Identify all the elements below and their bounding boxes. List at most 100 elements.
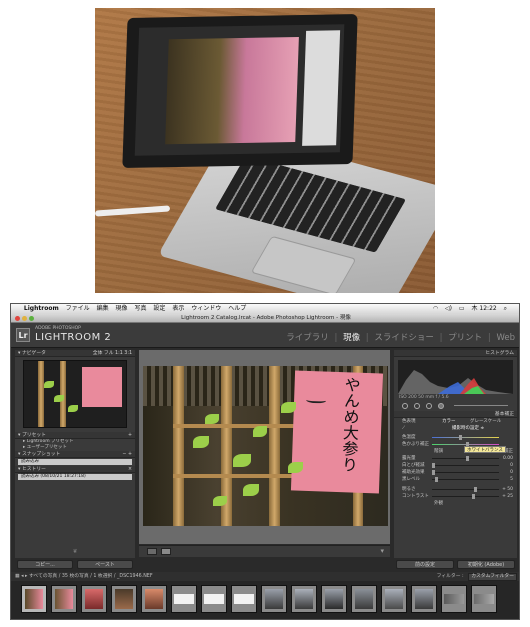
zoom-button-icon[interactable] xyxy=(29,316,34,321)
film-thumb[interactable] xyxy=(291,585,317,613)
grid-view-icon[interactable]: ▦ xyxy=(15,574,20,579)
histogram-header[interactable]: ヒストグラム xyxy=(394,350,517,357)
graduated-filter-icon[interactable] xyxy=(438,403,444,409)
before-after-button[interactable] xyxy=(161,548,171,555)
main-photo[interactable]: やんめ大参り xyxy=(143,366,388,526)
navigator-preview[interactable] xyxy=(23,360,127,428)
module-slideshow[interactable]: スライドショー xyxy=(374,333,434,343)
film-thumb[interactable] xyxy=(351,585,377,613)
film-thumb[interactable] xyxy=(81,585,107,613)
module-web[interactable]: Web xyxy=(496,333,515,343)
film-thumb[interactable] xyxy=(321,585,347,613)
previous-settings-button[interactable]: 前の設定 xyxy=(396,560,454,569)
toolbar-menu-icon[interactable]: ▾ xyxy=(380,547,384,555)
loupe-view-button[interactable] xyxy=(147,548,157,555)
menu-edit[interactable]: 編集 xyxy=(97,304,109,314)
navigator-header[interactable]: ▾ ナビゲータ 全体 フル 1:1 3:1 xyxy=(15,350,135,357)
slider-handle[interactable] xyxy=(435,477,439,482)
menu-app-name[interactable]: Lightroom xyxy=(24,304,59,314)
contrast-value[interactable]: + 25 xyxy=(502,493,513,500)
add-snapshot-icon[interactable]: − + xyxy=(122,451,132,458)
leaf xyxy=(281,402,296,413)
module-separator: | xyxy=(334,333,338,343)
crop-tool-icon[interactable] xyxy=(402,403,408,409)
navigator-zoom-options[interactable]: 全体 フル 1:1 3:1 xyxy=(93,350,132,357)
menu-help[interactable]: ヘルプ xyxy=(228,304,246,314)
copy-button[interactable]: コピー... xyxy=(17,560,73,569)
treatment-color[interactable]: カラー xyxy=(442,418,456,425)
menu-file[interactable]: ファイル xyxy=(66,304,90,314)
filter-label: フィルター : xyxy=(436,574,464,579)
film-thumb[interactable] xyxy=(261,585,287,613)
clock[interactable]: 木 12:22 xyxy=(472,304,497,314)
slider-handle[interactable] xyxy=(473,487,477,492)
recovery-value[interactable]: 0 xyxy=(510,462,513,469)
brightness-slider[interactable] xyxy=(432,487,499,492)
tint-slider[interactable] xyxy=(432,442,499,447)
fill-light-slider[interactable] xyxy=(432,470,499,475)
temp-slider[interactable] xyxy=(432,435,499,440)
film-thumb[interactable] xyxy=(471,585,497,613)
recovery-slider[interactable] xyxy=(432,463,499,468)
history-header[interactable]: ▾ ヒストリー × xyxy=(15,466,135,473)
back-arrow-icon[interactable]: ◂ ▸ xyxy=(21,574,27,579)
exposure-slider[interactable] xyxy=(432,456,499,461)
histogram-graph[interactable] xyxy=(398,360,513,394)
main-image-area[interactable]: やんめ大参り xyxy=(139,350,390,544)
slider-handle[interactable] xyxy=(432,463,435,468)
menu-develop[interactable]: 現像 xyxy=(116,304,128,314)
slider-handle[interactable] xyxy=(458,435,462,440)
brightness-value[interactable]: + 50 xyxy=(502,486,513,493)
spotlight-icon[interactable]: ⌕ xyxy=(504,304,507,314)
filter-select[interactable]: カスタムフィルター xyxy=(468,573,517,581)
film-thumb[interactable] xyxy=(231,585,257,613)
menu-photo[interactable]: 写真 xyxy=(134,304,146,314)
contrast-slider[interactable] xyxy=(432,494,499,499)
composite-image: Lightroom ファイル 編集 現像 写真 設定 表示 ウィンドウ ヘルプ … xyxy=(0,0,530,627)
slider-handle[interactable] xyxy=(432,470,435,475)
battery-icon[interactable]: ▭ xyxy=(459,304,465,314)
presets-header[interactable]: ▾ プリセット + xyxy=(15,432,135,439)
menu-settings[interactable]: 設定 xyxy=(153,304,165,314)
eyedropper-icon[interactable]: ⟋ xyxy=(402,426,405,431)
snapshot-item[interactable]: 読み込み xyxy=(18,459,132,465)
film-thumb[interactable] xyxy=(201,585,227,613)
exposure-value[interactable]: 0.00 xyxy=(503,455,513,462)
red-eye-icon[interactable] xyxy=(426,403,432,409)
close-button-icon[interactable] xyxy=(15,316,20,321)
reset-button[interactable]: 初期化 (Adobe) xyxy=(457,560,515,569)
basic-header[interactable]: 基本補正 xyxy=(394,411,517,418)
wifi-icon[interactable]: ◠ xyxy=(433,304,438,314)
menu-window[interactable]: ウィンドウ xyxy=(191,304,221,314)
snapshots-header[interactable]: ▾ スナップショット − + xyxy=(15,451,135,458)
film-thumb[interactable] xyxy=(111,585,137,613)
filmstrip-path[interactable]: すべての写真 / 35 枚の写真 / 1 枚選択 / _DSC1946.NEF xyxy=(29,574,153,579)
volume-icon[interactable]: ◁) xyxy=(445,304,452,314)
film-thumb[interactable] xyxy=(171,585,197,613)
film-thumb[interactable] xyxy=(441,585,467,613)
film-thumb[interactable] xyxy=(411,585,437,613)
film-thumb[interactable] xyxy=(141,585,167,613)
film-thumb[interactable] xyxy=(381,585,407,613)
blacks-slider[interactable] xyxy=(432,477,499,482)
module-print[interactable]: プリント xyxy=(448,333,482,343)
slider-handle[interactable] xyxy=(465,456,469,461)
film-thumb[interactable] xyxy=(51,585,77,613)
blacks-value[interactable]: 5 xyxy=(510,476,513,483)
add-preset-icon[interactable]: + xyxy=(128,432,132,439)
module-library[interactable]: ライブラリ xyxy=(286,333,329,343)
minimize-button-icon[interactable] xyxy=(22,316,27,321)
module-develop[interactable]: 現像 xyxy=(343,333,360,343)
spot-removal-icon[interactable] xyxy=(414,403,420,409)
history-item[interactable]: 読み込み (08/10/21 18:27:18) xyxy=(18,474,132,480)
module-separator: | xyxy=(487,333,491,343)
thumb-image xyxy=(444,594,464,604)
treatment-grayscale[interactable]: グレースケール xyxy=(470,418,501,425)
slider-handle[interactable] xyxy=(472,494,476,499)
film-thumb[interactable] xyxy=(21,585,47,613)
fill-light-value[interactable]: 0 xyxy=(510,469,513,476)
clear-history-icon[interactable]: × xyxy=(128,466,132,473)
paste-button[interactable]: ペースト xyxy=(77,560,133,569)
wb-select[interactable]: 撮影時の設定 ≑ xyxy=(452,425,484,432)
menu-view[interactable]: 表示 xyxy=(172,304,184,314)
